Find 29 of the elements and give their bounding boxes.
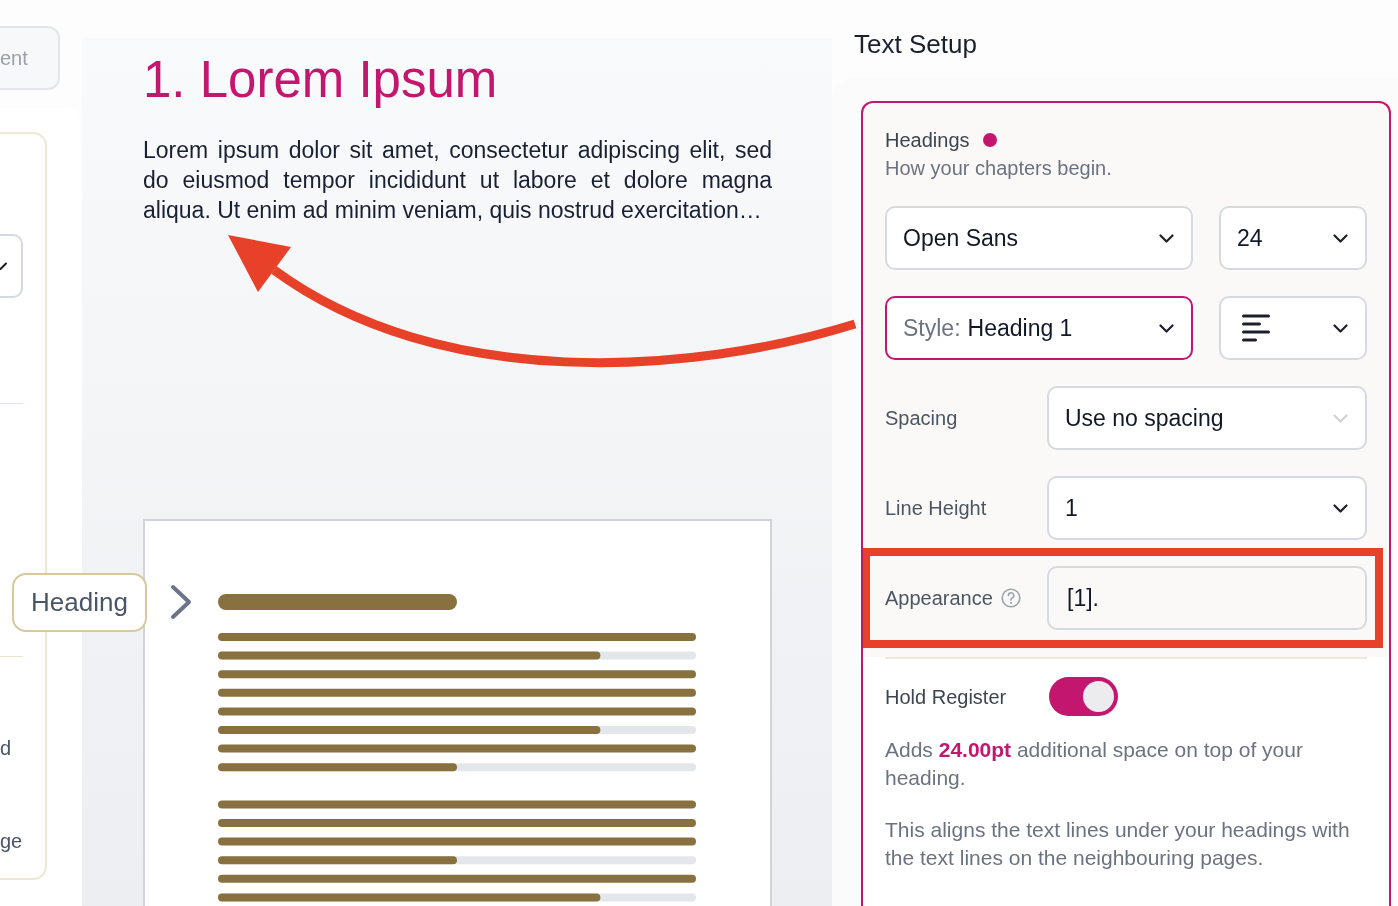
field-label: Appearance bbox=[885, 586, 993, 611]
align-left-icon bbox=[1242, 314, 1270, 342]
section-subtitle: How your chapters begin. bbox=[885, 156, 1112, 181]
chevron-down-icon bbox=[1333, 323, 1348, 333]
chevron-down-icon bbox=[1159, 233, 1174, 243]
help-text: Adds 24.00pt additional space on top of your heading. bbox=[885, 737, 1304, 791]
toggle-switch[interactable] bbox=[1049, 677, 1118, 716]
field-label: Line Height bbox=[885, 496, 987, 521]
sidebar-text: d bbox=[0, 736, 12, 761]
dropdown[interactable]: Open Sans bbox=[885, 206, 1193, 270]
dropdown[interactable]: 1 bbox=[1047, 476, 1367, 540]
chevron-fragment-icon bbox=[0, 261, 7, 271]
dropdown-field[interactable] bbox=[0, 234, 23, 298]
dropdown[interactable]: Style: Heading 1 bbox=[885, 296, 1193, 360]
sidebar-text: ge bbox=[0, 829, 23, 854]
panel-title: Text Setup bbox=[854, 28, 977, 60]
chevron-down-icon bbox=[1159, 323, 1174, 333]
preview-paragraph: Lorem ipsum dolor sit amet, consectetur adipiscing elit, sed do eiusmod tempor incididunt ut labore et dolore magna aliqua. Ut enim ad minim veniam, quis nostrud exercitation… bbox=[143, 136, 772, 225]
chevron-right-icon bbox=[170, 584, 192, 620]
field-label: Spacing bbox=[885, 406, 958, 431]
text-input[interactable]: [1]. bbox=[1047, 566, 1367, 630]
help-text: This aligns the text lines under your headings with the text lines on the neighbouring pages. bbox=[885, 817, 1351, 871]
preview-heading: 1. Lorem Ipsum bbox=[143, 50, 498, 110]
section-title: Headings bbox=[885, 128, 970, 153]
chevron-down-icon bbox=[1333, 233, 1348, 243]
dropdown[interactable]: 24 bbox=[1219, 206, 1367, 270]
alignment-dropdown[interactable] bbox=[1219, 296, 1367, 360]
toggle-label: Hold Register bbox=[885, 684, 1008, 710]
callout-label: Heading bbox=[12, 573, 147, 632]
